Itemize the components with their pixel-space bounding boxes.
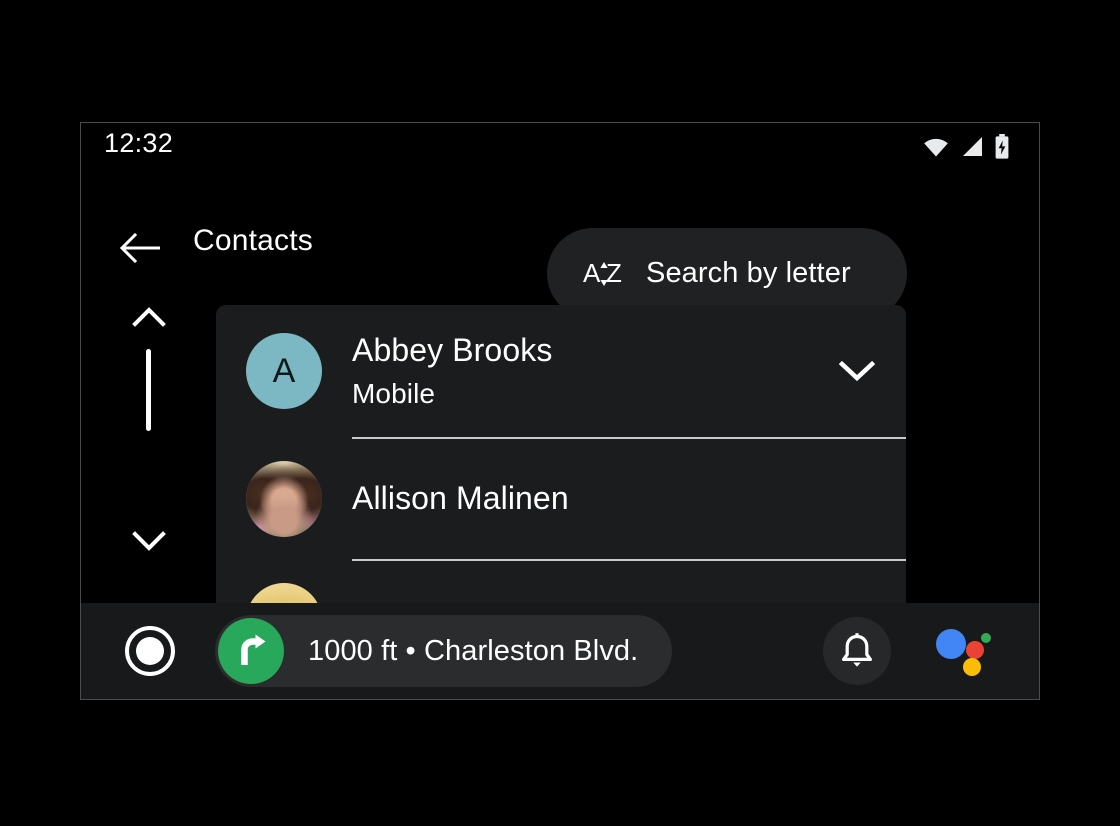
home-button[interactable] — [123, 624, 177, 678]
arrow-left-icon — [119, 232, 160, 264]
chevron-down-icon — [132, 531, 166, 551]
search-by-letter-label: Search by letter — [646, 257, 851, 289]
chevron-down-icon — [838, 360, 876, 382]
chevron-up-icon — [132, 307, 166, 327]
scrollbar-track[interactable] — [146, 349, 151, 549]
scroll-up-button[interactable] — [127, 303, 171, 331]
contact-list-item[interactable]: Allison Malinen — [216, 439, 906, 559]
cellular-signal-icon — [960, 136, 984, 157]
navigation-instruction-text: 1000 ft • Charleston Blvd. — [308, 634, 639, 667]
battery-charging-icon — [994, 134, 1010, 159]
contact-text-block: Allison Malinen — [352, 480, 906, 517]
contact-name: Allison Malinen — [352, 480, 569, 517]
notifications-button[interactable] — [823, 617, 891, 685]
contact-name: Abbey Brooks — [352, 331, 553, 368]
google-assistant-button[interactable] — [933, 625, 995, 677]
scrollbar-thumb[interactable] — [146, 349, 151, 431]
avatar-initial: A — [272, 352, 296, 390]
status-icon-group — [922, 134, 1010, 159]
avatar — [246, 461, 322, 537]
car-display-screen: 12:32 Contacts A Z Search by letter A Ab… — [80, 122, 1040, 700]
avatar-photo — [246, 461, 322, 537]
bell-icon — [842, 633, 872, 667]
back-button[interactable] — [119, 231, 161, 265]
screenshot-root: 12:32 Contacts A Z Search by letter A Ab… — [0, 0, 1120, 826]
contact-phone-label: Mobile — [352, 377, 436, 409]
list-scroll-rail — [119, 303, 179, 593]
app-bar: Contacts A Z Search by letter — [81, 171, 1039, 319]
a-to-z-sort-icon: A Z — [582, 250, 630, 298]
contact-list-item[interactable]: A Abbey Brooks Mobile — [216, 305, 906, 437]
avatar: A — [246, 333, 322, 409]
bottom-nav-bar: 1000 ft • Charleston Blvd. — [81, 603, 1039, 699]
expand-contact-button[interactable] — [830, 351, 884, 391]
contact-text-block: Abbey Brooks Mobile — [352, 332, 830, 411]
page-title: Contacts — [193, 224, 313, 257]
status-clock: 12:32 — [104, 128, 174, 158]
svg-text:Z: Z — [606, 258, 622, 288]
scroll-down-button[interactable] — [127, 527, 171, 555]
turn-right-icon — [218, 618, 284, 684]
google-assistant-icon — [936, 629, 991, 676]
home-circle-icon — [125, 626, 175, 676]
svg-text:A: A — [583, 258, 601, 288]
status-bar: 12:32 — [81, 123, 1039, 171]
navigation-status-button[interactable]: 1000 ft • Charleston Blvd. — [215, 615, 673, 687]
wifi-icon — [922, 136, 950, 157]
